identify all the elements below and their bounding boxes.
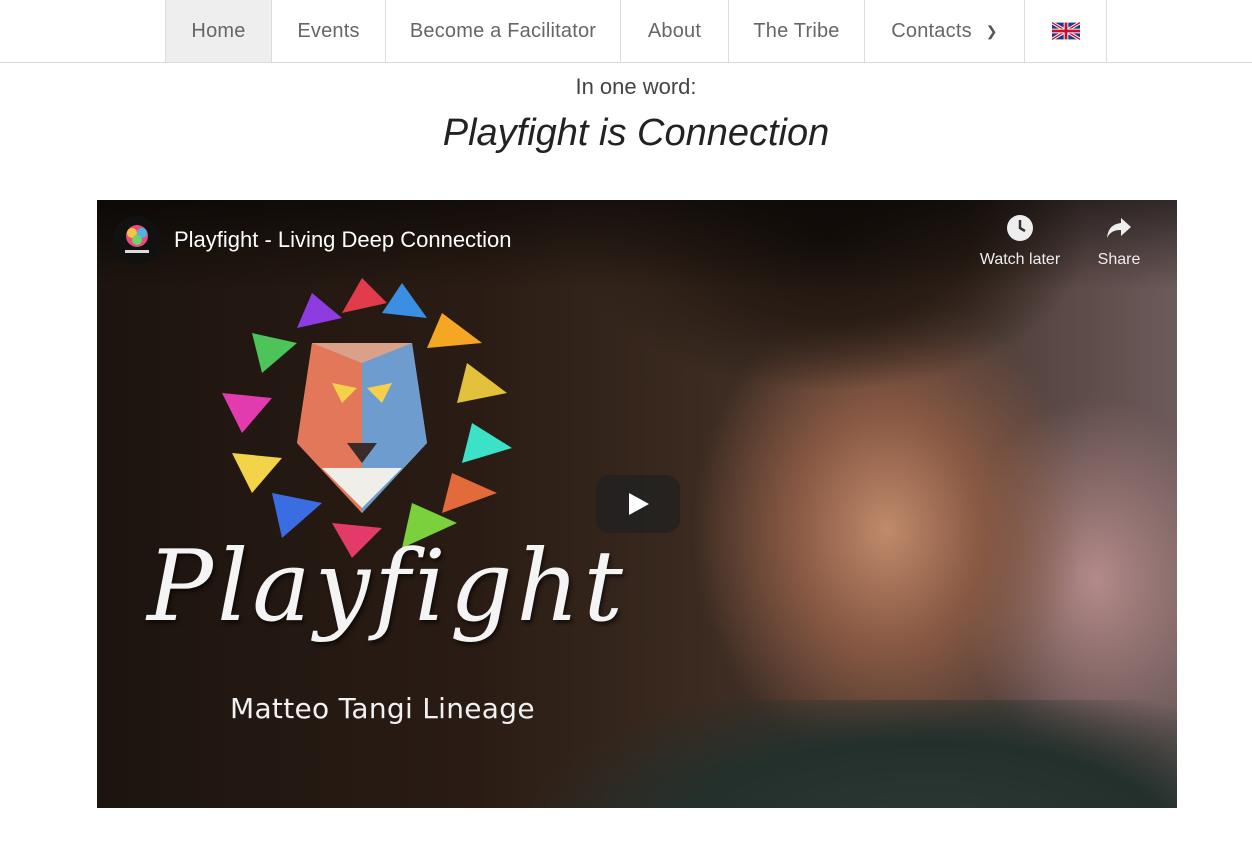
nav-item-label: The Tribe (753, 19, 840, 42)
video-caption: Matteo Tangi Lineage (230, 692, 535, 725)
playfight-script-title: Playfight (147, 530, 627, 644)
nav-item-become-a-facilitator[interactable]: Become a Facilitator (386, 0, 621, 62)
embedded-video-player[interactable]: Playfight - Living Deep Connection Watch… (97, 200, 1177, 808)
hero-subtitle: In one word: (575, 74, 697, 99)
nav-item-events[interactable]: Events (272, 0, 386, 62)
nav-item-label: Events (297, 19, 360, 42)
video-title[interactable]: Playfight - Living Deep Connection (174, 227, 512, 253)
uk-flag-icon (1051, 22, 1080, 40)
language-switcher[interactable] (1025, 0, 1107, 62)
top-navigation: Home Events Become a Facilitator About T… (0, 0, 1252, 63)
nav-menu: Home Events Become a Facilitator About T… (165, 0, 1107, 62)
play-button[interactable] (596, 475, 680, 533)
watch-later-button[interactable]: Watch later (970, 214, 1070, 269)
share-label: Share (1097, 251, 1141, 268)
nav-item-home[interactable]: Home (166, 0, 272, 62)
nav-item-label: Contacts (891, 19, 972, 42)
play-icon (629, 493, 649, 515)
nav-item-label: Home (191, 19, 246, 42)
channel-avatar[interactable] (113, 216, 161, 264)
nav-item-label: About (647, 19, 702, 42)
clock-icon (1007, 215, 1033, 241)
nav-item-about[interactable]: About (621, 0, 729, 62)
share-arrow-icon (1107, 218, 1131, 238)
share-button[interactable]: Share (1069, 214, 1169, 269)
nav-item-label: Become a Facilitator (409, 19, 597, 42)
watch-later-label: Watch later (979, 251, 1061, 268)
nav-item-the-tribe[interactable]: The Tribe (729, 0, 865, 62)
video-background-shirt (427, 700, 1177, 808)
nav-item-contacts[interactable]: Contacts ❯ (865, 0, 1025, 62)
chevron-down-icon: ❯ (985, 22, 998, 39)
page-title: Playfight is Connection (442, 112, 830, 154)
colorful-lion-logo (222, 278, 512, 558)
